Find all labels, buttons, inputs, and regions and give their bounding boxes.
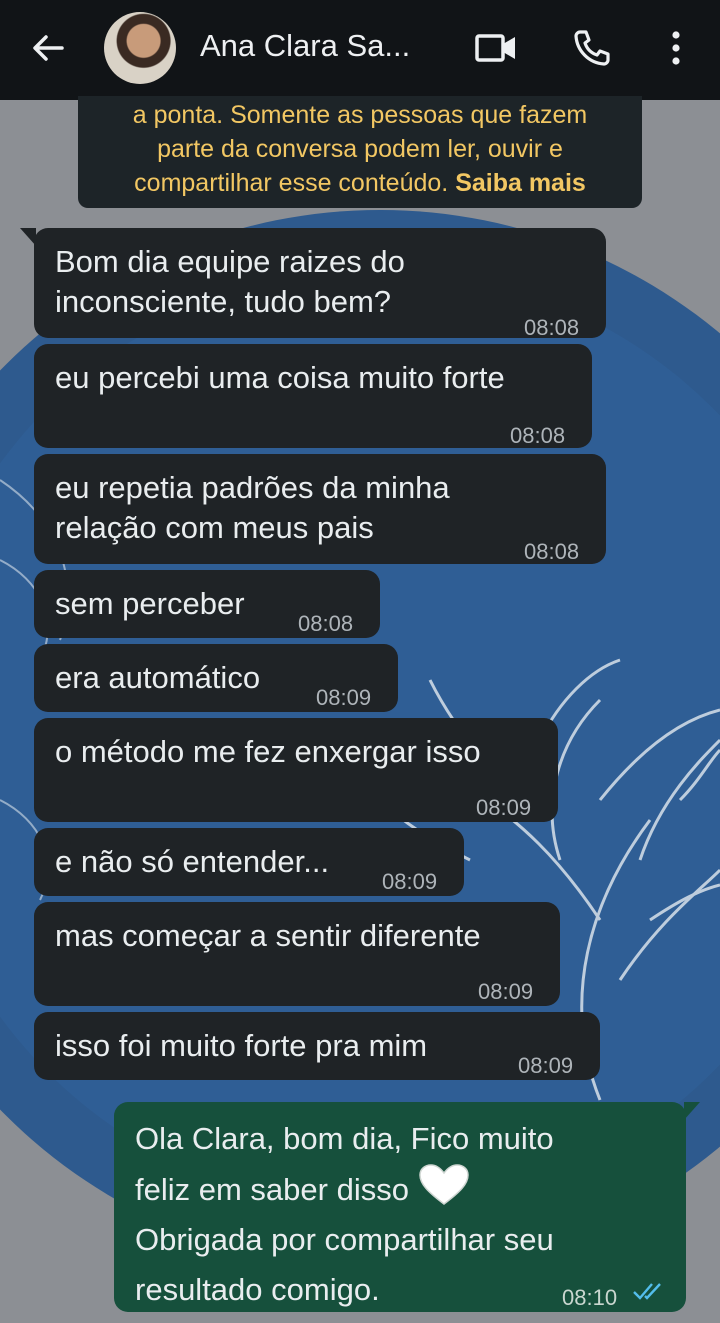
outgoing-message-bubble[interactable]: Ola Clara, bom dia, Fico muito feliz em … [114, 1102, 700, 1315]
message-time: 08:08 [510, 423, 566, 448]
message-text: o método me fez enxergar isso [55, 734, 481, 769]
message-line: inconsciente, tudo bem? [55, 284, 392, 319]
message-bubble[interactable]: mas começar a sentir diferente 08:09 [34, 902, 560, 1006]
phone-icon [574, 30, 610, 66]
message-text: eu percebi uma coisa muito forte [55, 360, 505, 395]
message-line: Bom dia equipe raizes do [55, 244, 405, 279]
message-text: Bom dia equipe raizes do inconsciente, t… [55, 242, 405, 322]
back-button[interactable] [26, 26, 70, 70]
encryption-notice: a ponta. Somente as pessoas que fazem pa… [78, 96, 642, 208]
message-text: mas começar a sentir diferente [55, 918, 481, 953]
more-vert-icon [672, 31, 680, 65]
message-line: feliz em saber disso [135, 1164, 554, 1215]
message-bubble[interactable]: e não só entender... 08:09 [34, 828, 464, 896]
message-time: 08:09 [476, 795, 532, 820]
message-time: 08:09 [518, 1053, 574, 1078]
back-arrow-icon [33, 35, 64, 61]
message-time: 08:08 [524, 315, 580, 340]
message-time: 08:09 [316, 685, 372, 710]
video-camera-icon [475, 34, 515, 62]
message-text: era automático [55, 660, 261, 695]
message-line: relação com meus pais [55, 510, 374, 545]
message-bubble[interactable]: era automático 08:09 [34, 644, 398, 712]
contact-name[interactable]: Ana Clara Sa... [200, 28, 410, 64]
message-bubble[interactable]: sem perceber 08:08 [34, 570, 380, 638]
white-heart-icon [418, 1164, 469, 1205]
learn-more-link[interactable]: Saiba mais [455, 169, 586, 197]
message-bubble[interactable]: Bom dia equipe raizes do inconsciente, t… [20, 228, 606, 340]
message-bubble[interactable]: eu percebi uma coisa muito forte 08:08 [34, 344, 592, 448]
message-time: 08:09 [478, 979, 534, 1004]
double-check-read-icon [633, 1283, 661, 1300]
bubble-tail [20, 228, 36, 246]
message-time: 08:08 [524, 539, 580, 564]
message-text: eu repetia padrões da minha relação com … [55, 468, 450, 548]
message-bubble[interactable]: o método me fez enxergar isso 08:09 [34, 718, 558, 822]
message-bubble[interactable]: isso foi muito forte pra mim 08:09 [34, 1012, 600, 1080]
bubble-tail [684, 1102, 700, 1120]
message-line-text: feliz em saber disso [135, 1172, 409, 1207]
message-text: Ola Clara, bom dia, Fico muito feliz em … [135, 1114, 554, 1315]
notice-line: a ponta. Somente as pessoas que fazem [132, 101, 588, 129]
notice-line: parte da conversa podem ler, ouvir e [157, 135, 563, 163]
message-line: eu repetia padrões da minha [55, 470, 450, 505]
message-line: Obrigada por compartilhar seu [135, 1222, 554, 1257]
notice-line-text: compartilhar esse conteúdo. [134, 169, 449, 197]
more-options-button[interactable] [652, 24, 700, 72]
voice-call-button[interactable] [568, 24, 616, 72]
message-line: Ola Clara, bom dia, Fico muito [135, 1121, 554, 1156]
message-time: 08:09 [382, 869, 438, 894]
message-time: 08:08 [298, 611, 354, 636]
chat-header: Ana Clara Sa... [0, 0, 720, 100]
video-call-button[interactable] [472, 24, 520, 72]
message-text: e não só entender... [55, 844, 330, 879]
message-time: 08:10 [562, 1285, 618, 1310]
message-line: resultado comigo. [135, 1272, 380, 1307]
message-text: sem perceber [55, 586, 245, 621]
message-bubble[interactable]: eu repetia padrões da minha relação com … [34, 454, 606, 564]
avatar[interactable] [104, 12, 176, 84]
notice-line: compartilhar esse conteúdo. Saiba mais [78, 166, 642, 200]
message-text: isso foi muito forte pra mim [55, 1028, 428, 1063]
